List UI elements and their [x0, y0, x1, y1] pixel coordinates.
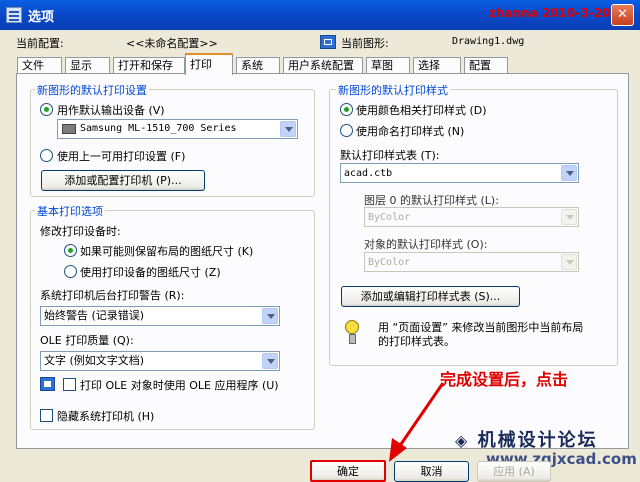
background-warning-label: 系统打印机后台打印警告 (R):: [40, 289, 185, 302]
hide-printers-label: 隐藏系统打印机 (H): [57, 410, 155, 423]
default-print-group-title: 新图形的默认打印设置: [35, 82, 149, 98]
layer0-select: ByColor: [364, 207, 579, 227]
site-watermark: ◈ 机械设计论坛: [455, 426, 598, 452]
use-named-radio[interactable]: [340, 124, 353, 137]
change-device-label: 修改打印设备时:: [40, 225, 121, 238]
tip-text-line2: 的打印样式表。: [378, 335, 455, 348]
use-last-setting-label: 使用上一可用打印设置 (F): [57, 150, 186, 163]
background-warning-select[interactable]: 始终警告 (记录错误): [40, 306, 280, 326]
ole-quality-value: 文字 (例如文字文档): [44, 354, 145, 367]
tab-user-preferences[interactable]: 用户系统配置: [283, 57, 363, 74]
chevron-down-icon[interactable]: [262, 353, 278, 369]
printer-icon: [62, 124, 76, 134]
annotation-arrow: [389, 382, 445, 462]
plot-style-group-title: 新图形的默认打印样式: [336, 82, 450, 98]
keep-layout-size-radio[interactable]: [64, 244, 77, 257]
title-bar: 选项 zhanna 2010-3-20 ✕: [0, 0, 640, 30]
chevron-down-icon[interactable]: [262, 308, 278, 324]
layer0-label: 图层 0 的默认打印样式 (L):: [364, 194, 499, 207]
background-warning-value: 始终警告 (记录错误): [44, 309, 145, 322]
drawing-icon: [320, 35, 336, 49]
object-style-value: ByColor: [368, 257, 411, 268]
current-profile-label: 当前配置:: [16, 37, 64, 50]
chevron-down-icon: [561, 209, 577, 225]
printer-select[interactable]: Samsung ML-1510_700 Series: [57, 119, 298, 139]
default-table-value: acad.ctb: [344, 168, 393, 179]
ole-quality-select[interactable]: 文字 (例如文字文档): [40, 351, 280, 371]
keep-layout-size-label: 如果可能则保留布局的图纸尺寸 (K): [80, 245, 254, 258]
options-window-icon: [6, 7, 22, 23]
title-watermark: zhanna 2010-3-20: [489, 6, 611, 20]
current-drawing-label: 当前图形:: [341, 37, 389, 50]
default-table-select[interactable]: acad.ctb: [340, 163, 579, 183]
window-title: 选项: [28, 10, 55, 25]
basic-options-group-title: 基本打印选项: [35, 203, 105, 219]
apply-button[interactable]: 应用 (A): [477, 461, 551, 482]
tab-plot[interactable]: 打印: [185, 53, 233, 75]
use-default-output-radio[interactable]: [40, 103, 53, 116]
use-device-size-radio[interactable]: [64, 265, 77, 278]
tab-files[interactable]: 文件: [17, 57, 62, 74]
close-button[interactable]: ✕: [611, 4, 634, 26]
ole-quality-label: OLE 打印质量 (Q):: [40, 334, 134, 347]
use-last-setting-radio[interactable]: [40, 149, 53, 162]
chevron-down-icon[interactable]: [561, 165, 577, 181]
tab-system[interactable]: 系统: [236, 57, 280, 74]
site-watermark-title: 机械设计论坛: [477, 430, 598, 451]
tab-open-save[interactable]: 打开和保存: [113, 57, 185, 74]
ole-app-checkbox[interactable]: [63, 378, 76, 391]
use-color-dependent-label: 使用颜色相关打印样式 (D): [356, 104, 487, 117]
use-device-size-label: 使用打印设备的图纸尺寸 (Z): [80, 266, 221, 279]
tab-drafting[interactable]: 草图: [366, 57, 410, 74]
ole-app-icon: [40, 377, 55, 391]
current-profile-value: <<未命名配置>>: [126, 37, 218, 50]
hide-printers-checkbox[interactable]: [40, 409, 53, 422]
lightbulb-icon: [345, 320, 359, 334]
default-table-label: 默认打印样式表 (T):: [340, 149, 440, 162]
add-edit-style-button[interactable]: 添加或编辑打印样式表 (S)...: [341, 286, 520, 307]
layer0-value: ByColor: [368, 212, 411, 223]
printer-select-value: Samsung ML-1510_700 Series: [80, 123, 237, 134]
tab-display[interactable]: 显示: [65, 57, 110, 74]
add-printer-button[interactable]: 添加或配置打印机 (P)...: [41, 170, 205, 191]
annotation-text: 完成设置后，点击: [440, 370, 569, 389]
ole-app-label: 打印 OLE 对象时使用 OLE 应用程序 (U): [80, 379, 279, 392]
use-default-output-label: 用作默认输出设备 (V): [57, 104, 165, 117]
chevron-down-icon: [561, 254, 577, 270]
object-style-select: ByColor: [364, 252, 579, 272]
chevron-down-icon[interactable]: [280, 121, 296, 137]
object-style-label: 对象的默认打印样式 (O):: [364, 238, 488, 251]
tab-profiles[interactable]: 配置: [464, 57, 508, 74]
current-drawing-value: Drawing1.dwg: [452, 36, 525, 47]
use-named-label: 使用命名打印样式 (N): [356, 125, 465, 138]
lightbulb-base: [349, 334, 356, 344]
use-color-dependent-radio[interactable]: [340, 103, 353, 116]
tab-selection[interactable]: 选择: [413, 57, 461, 74]
ok-button[interactable]: 确定: [310, 460, 386, 482]
